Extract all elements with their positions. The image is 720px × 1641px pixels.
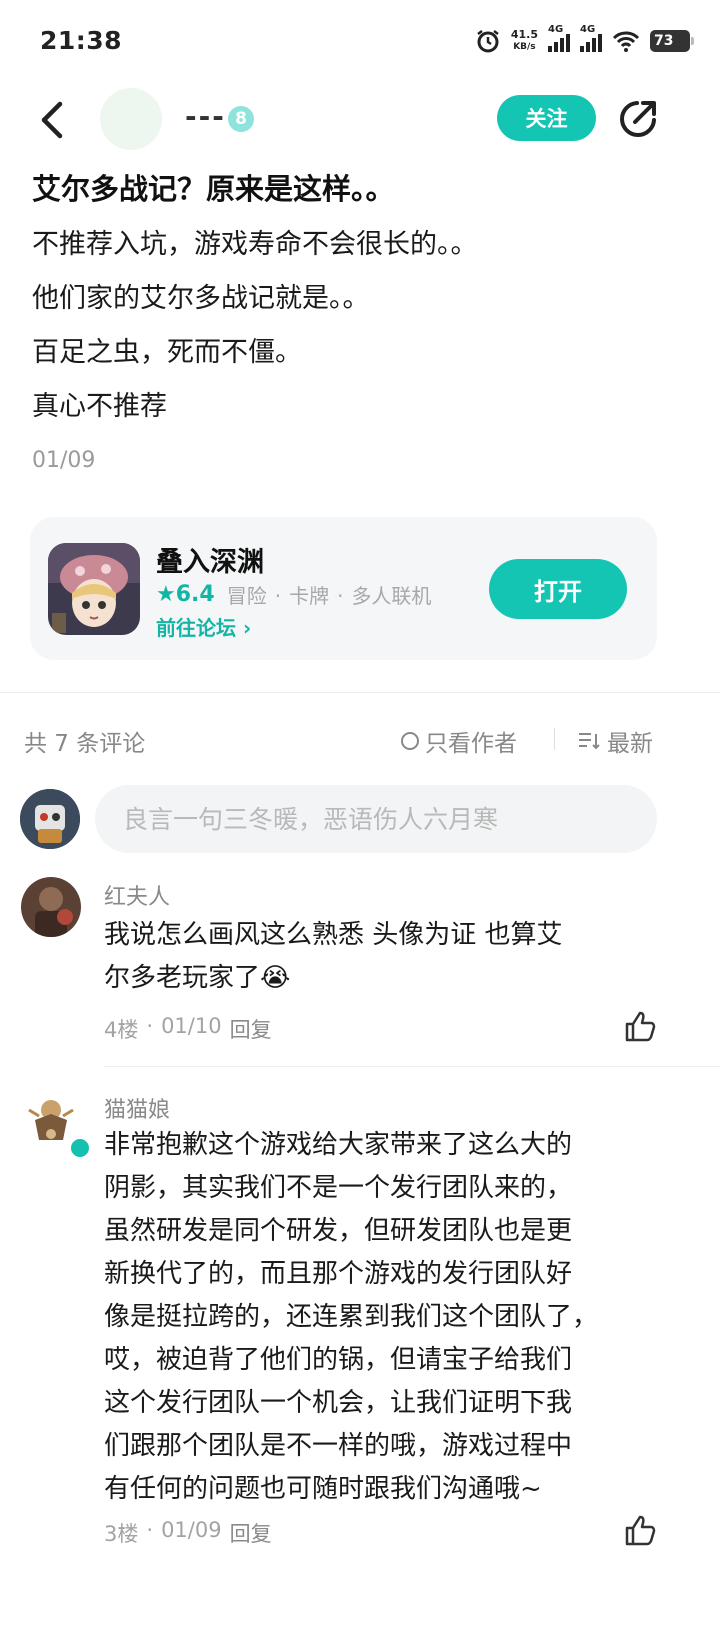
- comment-text: 我说怎么画风这么熟悉 头像为证 也算艾 尔多老玩家了😭: [104, 914, 664, 1000]
- game-tag: 卡牌: [289, 584, 330, 608]
- forum-link-label: 前往论坛: [156, 616, 236, 640]
- my-avatar[interactable]: [20, 789, 80, 849]
- game-meta: ★6.4 冒险 · 卡牌 · 多人联机: [156, 580, 431, 609]
- forum-link[interactable]: 前往论坛 ›: [156, 612, 251, 641]
- comment-text: 非常抱歉这个游戏给大家带来了这么大的 阴影，其实我们不是一个发行团队来的， 虽然…: [104, 1124, 664, 1511]
- game-icon[interactable]: [48, 543, 140, 635]
- post-body: 不推荐入坑，游戏寿命不会很长的。。 他们家的艾尔多战记就是。。 百足之虫，死而不…: [32, 222, 478, 438]
- game-tag: 冒险: [226, 584, 267, 608]
- post-line: 百足之虫，死而不僵。: [32, 337, 302, 368]
- wifi-icon: [612, 31, 640, 52]
- status-icons: 41.5 KB/s 4G 4G 73: [475, 24, 694, 54]
- author-avatar[interactable]: [100, 88, 162, 150]
- reply-button[interactable]: 回复: [230, 1518, 272, 1548]
- sim2-label: 4G: [580, 24, 596, 35]
- battery-icon: 73: [650, 30, 694, 52]
- game-tag: 多人联机: [351, 584, 432, 608]
- comment-username[interactable]: 红夫人: [104, 879, 170, 911]
- comment-input[interactable]: [95, 785, 657, 853]
- comment-floor: 4楼: [104, 1018, 139, 1042]
- comment-line: 新换代了的，而且那个游戏的发行团队好: [104, 1259, 573, 1289]
- tag-separator: ·: [274, 584, 282, 608]
- author-only-label: 只看作者: [425, 731, 517, 757]
- comment-meta: 3楼 · 01/09 回复: [104, 1518, 272, 1548]
- net-speed-value: 41.5: [510, 28, 538, 41]
- thumbs-up-icon[interactable]: [623, 1514, 657, 1548]
- game-tags: 冒险 · 卡牌 · 多人联机: [227, 580, 432, 609]
- sort-icon: [579, 733, 600, 750]
- game-name: 叠入深渊: [156, 547, 264, 578]
- open-game-button[interactable]: 打开: [489, 559, 627, 619]
- comment-line: 尔多老玩家了😭: [104, 963, 291, 993]
- net-speed: 41.5 KB/s: [511, 29, 538, 53]
- post-line: 他们家的艾尔多战记就是。。: [32, 283, 370, 314]
- comment-date: 01/09: [161, 1518, 222, 1542]
- comment-line: 像是挺拉跨的，还连累到我们这个团队了，: [104, 1302, 599, 1332]
- meta-dot: ·: [146, 1518, 154, 1542]
- reply-button[interactable]: 回复: [230, 1014, 272, 1044]
- signal-icon: 4G: [548, 24, 570, 52]
- sort-label: 最新: [607, 731, 653, 757]
- alarm-icon: [477, 30, 499, 53]
- comment-line: 有任何的问题也可随时跟我们沟通哦~: [104, 1474, 542, 1504]
- comment-line: 阴影，其实我们不是一个发行团队来的，: [104, 1173, 573, 1203]
- comment-date: 01/10: [161, 1014, 222, 1038]
- comment-avatar[interactable]: [21, 877, 81, 937]
- signal-icon-2: 4G: [580, 24, 602, 52]
- chevron-right-icon: ›: [236, 616, 252, 640]
- follow-button[interactable]: 关注: [497, 95, 596, 141]
- comment-meta: 4楼 · 01/10 回复: [104, 1014, 272, 1044]
- post-date: 01/09: [32, 448, 96, 473]
- comment-line: 我说怎么画风这么熟悉 头像为证 也算艾: [104, 920, 563, 950]
- status-time: 21:38: [40, 26, 123, 55]
- share-icon[interactable]: [617, 98, 659, 140]
- thumbs-up-icon[interactable]: [623, 1010, 657, 1044]
- comment-line: 虽然研发是同个研发，但研发团队也是更: [104, 1216, 573, 1246]
- net-speed-unit: KB/s: [513, 42, 536, 52]
- comment-line: 们跟那个团队是不一样的哦，游戏过程中: [104, 1431, 573, 1461]
- vertical-separator: [554, 728, 555, 750]
- radio-icon: [401, 732, 419, 750]
- comment-username[interactable]: 猫猫娘: [104, 1092, 170, 1124]
- comment-divider: [104, 1066, 720, 1067]
- post-title: 艾尔多战记？原来是这样。。: [32, 172, 395, 206]
- battery-level: 73: [654, 33, 674, 49]
- star-icon: ★: [156, 582, 176, 607]
- rating-value: 6.4: [175, 582, 215, 607]
- sim1-label: 4G: [548, 24, 564, 35]
- meta-dot: ·: [146, 1014, 154, 1038]
- game-rating: ★6.4: [156, 582, 215, 607]
- back-arrow-icon[interactable]: [36, 96, 76, 144]
- verified-badge-icon: [69, 1137, 91, 1159]
- comment-count: 共 7 条评论: [24, 731, 146, 757]
- author-name[interactable]: ---: [185, 100, 226, 133]
- post-line: 不推荐入坑，游戏寿命不会很长的。。: [32, 229, 478, 260]
- comment-line: 这个发行团队一个机会，让我们证明下我: [104, 1388, 573, 1418]
- post-line: 真心不推荐: [32, 391, 167, 422]
- sort-toggle[interactable]: 最新: [577, 724, 653, 758]
- tag-separator: ·: [337, 584, 344, 608]
- comment-line: 哎，被迫背了他们的锅，但请宝子给我们: [104, 1345, 573, 1375]
- level-badge: 8: [228, 106, 254, 132]
- comment-floor: 3楼: [104, 1522, 139, 1546]
- comment-line: 非常抱歉这个游戏给大家带来了这么大的: [104, 1130, 573, 1160]
- author-only-toggle[interactable]: 只看作者: [401, 724, 517, 758]
- section-divider: [0, 692, 720, 693]
